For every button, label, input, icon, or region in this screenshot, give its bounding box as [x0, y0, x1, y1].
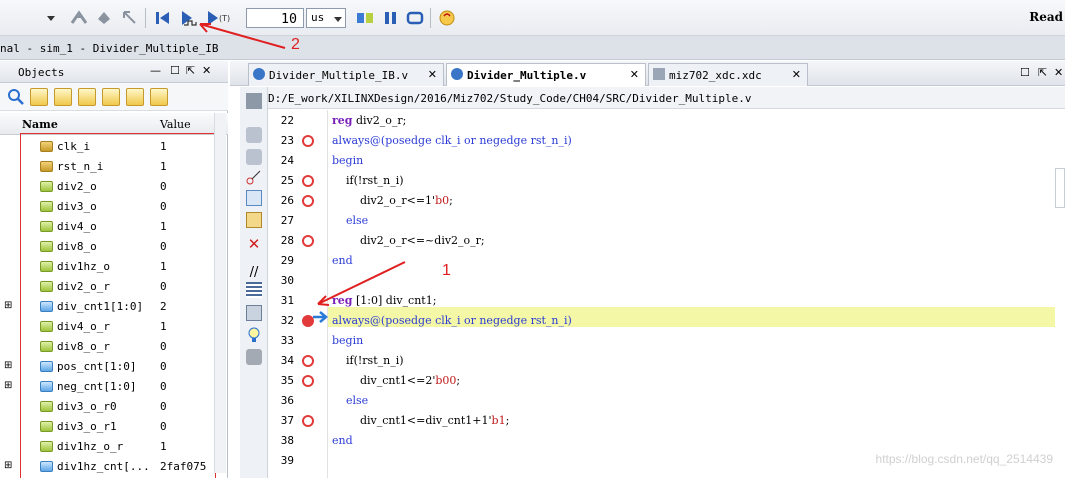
- annotation-label-2: 2: [291, 36, 300, 53]
- annotation-label-1: 1: [442, 262, 451, 279]
- annotation-overlay: [199, 23, 406, 306]
- watermark-text: https://blog.csdn.net/qq_2514439: [875, 452, 1053, 466]
- vivado-simulator-window: (T) us Read nal - sim_1 - Divider_Multip…: [0, 0, 1065, 478]
